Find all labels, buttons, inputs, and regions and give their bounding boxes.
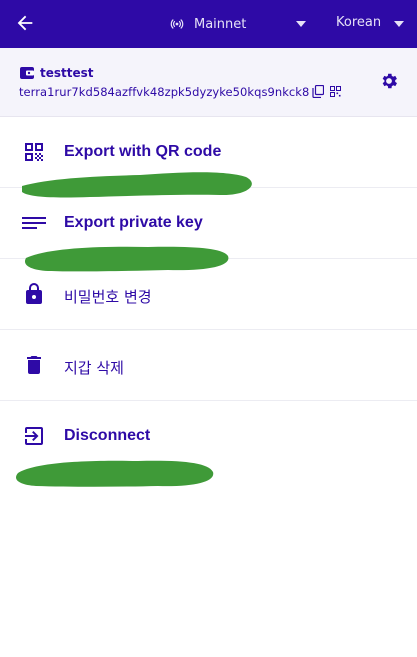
wallet-address: terra1rur7kd584azffvk48zpk5dyzyke50kqs9n… bbox=[19, 85, 310, 99]
menu-item-label: 지갑 삭제 bbox=[64, 359, 124, 377]
language-selector[interactable]: Korean bbox=[336, 15, 381, 30]
network-label: Mainnet bbox=[194, 16, 247, 32]
trash-icon bbox=[27, 356, 41, 374]
caret-down-icon[interactable] bbox=[394, 21, 404, 27]
logout-icon bbox=[25, 427, 43, 445]
gear-icon[interactable] bbox=[379, 71, 399, 91]
list-lines-icon bbox=[22, 217, 46, 229]
wallet-summary: testtest terra1rur7kd584azffvk48zpk5dyzy… bbox=[0, 48, 417, 117]
copy-icon[interactable] bbox=[312, 85, 324, 98]
menu-item-delete-wallet[interactable]: 지갑 삭제 bbox=[0, 330, 417, 401]
lock-icon bbox=[26, 283, 42, 304]
menu-item-label: 비밀번호 변경 bbox=[64, 288, 152, 306]
redaction-mark bbox=[16, 460, 214, 487]
redaction-mark bbox=[24, 246, 229, 272]
wallet-name: testtest bbox=[40, 66, 94, 80]
caret-down-icon[interactable] bbox=[296, 21, 306, 27]
redaction-mark bbox=[22, 172, 252, 198]
top-bar: Mainnet Korean bbox=[0, 0, 417, 48]
network-selector[interactable]: Mainnet bbox=[170, 15, 246, 33]
broadcast-icon bbox=[170, 19, 184, 29]
menu-item-label: Export with QR code bbox=[64, 143, 222, 160]
menu-item-label: Disconnect bbox=[64, 427, 151, 444]
arrow-left-icon[interactable] bbox=[14, 12, 36, 34]
wallet-icon bbox=[20, 67, 34, 79]
qr-icon[interactable] bbox=[330, 86, 341, 97]
menu-item-label: Export private key bbox=[64, 214, 203, 231]
